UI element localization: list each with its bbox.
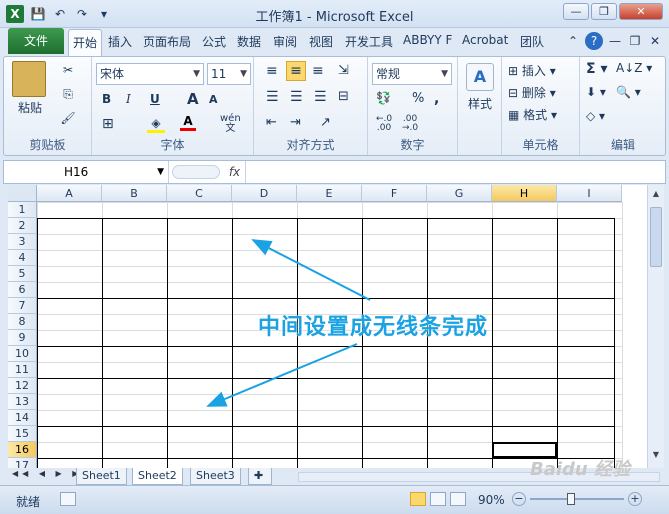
zoom-in-icon[interactable]: + — [628, 492, 642, 506]
view-buttons — [410, 492, 466, 506]
zoom-slider[interactable] — [530, 498, 624, 500]
sheet-tab-1[interactable]: Sheet1 — [76, 468, 127, 485]
page-break-view-icon[interactable] — [450, 492, 466, 506]
arrow-up — [251, 239, 371, 301]
zoom-slider-thumb[interactable] — [567, 493, 575, 505]
watermark: Baidu 经验 — [530, 459, 631, 480]
annotation-text: 中间设置成无线条完成 — [258, 315, 489, 340]
zoom-level[interactable]: 90% — [478, 493, 505, 507]
annotation-arrows — [206, 239, 371, 407]
normal-view-icon[interactable] — [410, 492, 426, 506]
page-layout-view-icon[interactable] — [430, 492, 446, 506]
zoom-out-icon[interactable]: − — [512, 492, 526, 506]
arrow-down — [206, 343, 358, 407]
status-bar: 就绪 90% − + — [0, 485, 669, 514]
sheet-tab-3[interactable]: Sheet3 — [190, 468, 241, 485]
status-ready: 就绪 — [16, 495, 41, 509]
insert-sheet-icon[interactable]: ✚ — [248, 468, 272, 485]
sheet-tab-2[interactable]: Sheet2 — [132, 468, 183, 485]
macro-record-icon[interactable] — [60, 492, 76, 506]
